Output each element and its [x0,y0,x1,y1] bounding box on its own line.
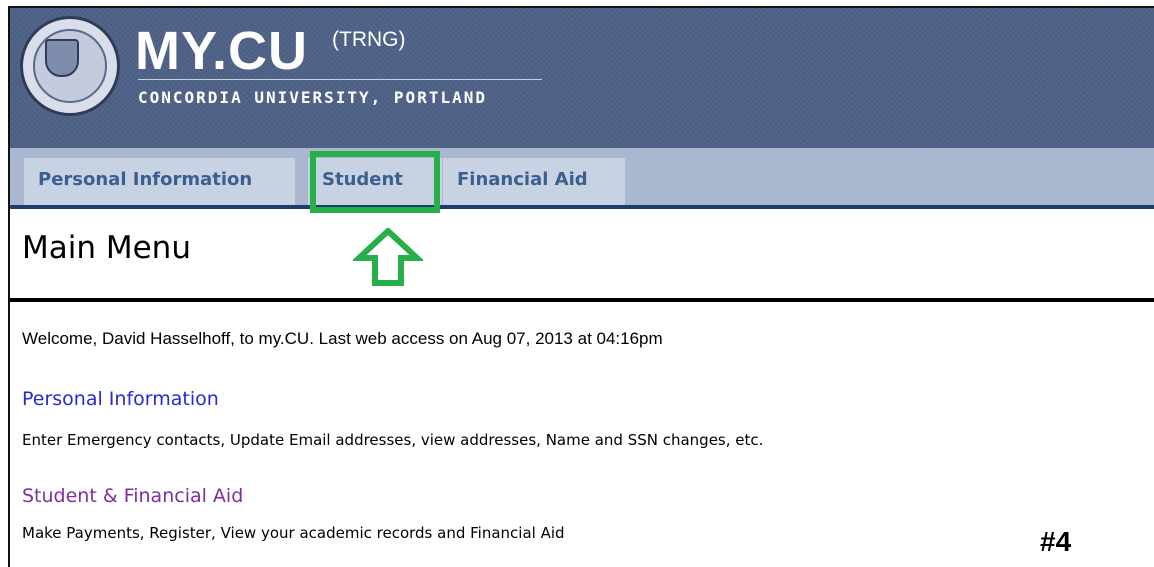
title-divider [10,298,1154,302]
personal-information-description: Enter Emergency contacts, Update Email a… [22,431,764,449]
welcome-message: Welcome, David Hasselhoff, to my.CU. Las… [22,329,663,348]
student-tab-highlight [310,151,440,213]
page-frame: MY.CU (TRNG) CONCORDIA UNIVERSITY, PORTL… [8,6,1154,567]
seal-shield [45,39,79,77]
tab-personal-information[interactable]: Personal Information [24,158,295,205]
student-financial-aid-link[interactable]: Student & Financial Aid [22,485,243,507]
up-arrow-icon [353,228,423,286]
site-header: MY.CU (TRNG) CONCORDIA UNIVERSITY, PORTL… [10,8,1154,148]
student-financial-aid-description: Make Payments, Register, View your acade… [22,524,565,542]
environment-label: (TRNG) [332,28,406,51]
page-title: Main Menu [22,230,191,266]
personal-information-link[interactable]: Personal Information [22,388,219,410]
step-label: #4 [1040,526,1072,557]
brand-title: MY.CU [135,21,309,81]
tab-financial-aid[interactable]: Financial Aid [443,158,625,205]
university-seal-icon [20,16,120,116]
tab-bar: Personal Information Student Financial A… [10,148,1154,209]
brand-subtitle: CONCORDIA UNIVERSITY, PORTLAND [138,88,487,107]
brand-divider [138,79,542,80]
